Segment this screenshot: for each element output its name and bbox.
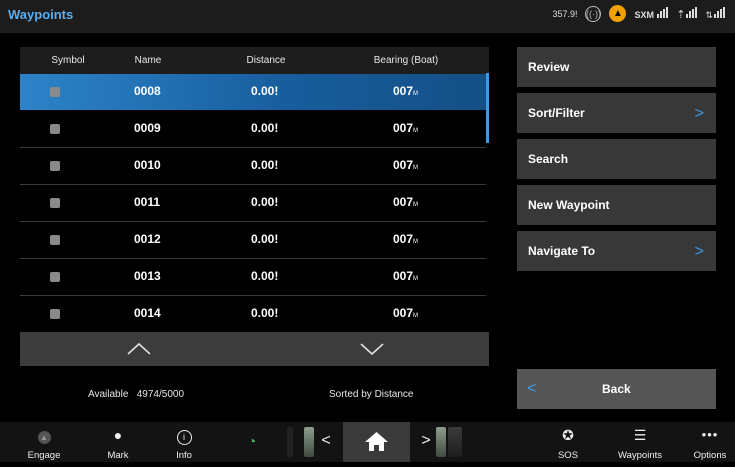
table-row[interactable]: 0010 0.00! 007M: [20, 148, 486, 185]
waypoint-table: Symbol Name Distance Bearing (Boat) 0008…: [20, 47, 489, 331]
mark-button[interactable]: ● Mark: [98, 422, 138, 462]
table-row[interactable]: 0008 0.00! 007M: [20, 74, 486, 110]
location-pin-icon: ●: [113, 427, 123, 443]
sort-status: Sorted by Distance: [329, 389, 414, 400]
navigate-to-button[interactable]: Navigate To >: [517, 231, 716, 271]
new-waypoint-button[interactable]: New Waypoint: [517, 185, 716, 225]
search-button[interactable]: Search: [517, 139, 716, 179]
waypoint-bearing: 007M: [393, 84, 419, 98]
options-button[interactable]: ••• Options: [689, 422, 731, 462]
chevron-right-icon: >: [694, 105, 704, 122]
column-header-name[interactable]: Name: [118, 55, 178, 66]
table-scrollbar[interactable]: [486, 73, 489, 143]
cellular-signal-icon[interactable]: ⇡: [676, 6, 698, 21]
waypoint-bearing: 007M: [393, 269, 419, 283]
app-thumbnail-label: [287, 427, 293, 457]
info-button[interactable]: i Info: [166, 422, 202, 462]
chevron-right-icon: >: [421, 432, 431, 449]
waypoint-name: 0012: [134, 232, 161, 246]
next-app-button[interactable]: >: [418, 422, 434, 462]
back-button[interactable]: < Back: [517, 369, 716, 409]
signal-bars-icon: [657, 7, 669, 18]
table-row[interactable]: 0012 0.00! 007M: [20, 222, 486, 259]
waypoint-name: 0010: [134, 158, 161, 172]
more-options-icon: •••: [701, 427, 719, 442]
sort-filter-button[interactable]: Sort/Filter >: [517, 93, 716, 133]
table-row[interactable]: 0011 0.00! 007M: [20, 185, 486, 222]
chevron-left-icon: <: [321, 432, 331, 449]
network-signal-icon[interactable]: ⇅: [705, 6, 725, 21]
info-icon: i: [166, 424, 202, 446]
gps-readout: 357.9!: [552, 8, 578, 19]
home-icon: [365, 432, 388, 451]
waypoint-distance: 0.00!: [251, 158, 279, 172]
table-row[interactable]: 0014 0.00! 007M: [20, 296, 486, 331]
waypoint-name: 0014: [134, 306, 161, 320]
chevron-left-icon: <: [527, 380, 537, 397]
waypoint-symbol-icon: [50, 198, 60, 208]
page-up-icon[interactable]: [124, 339, 154, 359]
waypoint-name: 0013: [134, 269, 161, 283]
top-bar: Waypoints 357.9! ((·)) ▲ SXM ⇡ ⇅: [0, 0, 735, 33]
waypoint-bearing: 007M: [393, 232, 419, 246]
waypoint-symbol-icon: [50, 87, 60, 97]
waypoint-name: 0009: [134, 121, 161, 135]
engage-button[interactable]: ▲ Engage: [20, 422, 68, 462]
waypoints-list-icon: ☰: [633, 427, 647, 443]
radar-button[interactable]: ◔: [238, 422, 266, 462]
page-nav-bar: [20, 332, 489, 366]
table-row[interactable]: 0009 0.00! 007M: [20, 111, 486, 148]
waypoint-distance: 0.00!: [251, 269, 279, 283]
app-thumbnail-left[interactable]: [304, 427, 314, 457]
app-thumbnail-right[interactable]: [436, 427, 446, 457]
column-header-distance[interactable]: Distance: [234, 55, 298, 66]
table-header: Symbol Name Distance Bearing (Boat): [20, 47, 489, 74]
waypoint-symbol-icon: [50, 309, 60, 319]
column-header-bearing[interactable]: Bearing (Boat): [361, 55, 451, 66]
status-area: 357.9! ((·)) ▲ SXM ⇡ ⇅: [552, 5, 725, 22]
waypoint-bearing: 007M: [393, 158, 419, 172]
radar-icon: ◔: [247, 433, 257, 449]
waypoint-symbol-icon: [50, 124, 60, 134]
app-thumbnail-dark: [448, 427, 462, 457]
waypoint-symbol-icon: [50, 161, 60, 171]
waypoint-bearing: 007M: [393, 195, 419, 209]
available-count: Available 4974/5000: [88, 389, 185, 400]
waypoint-symbol-icon: [50, 235, 60, 245]
waypoint-name: 0011: [134, 195, 161, 209]
waypoint-name: 0008: [134, 84, 161, 98]
column-header-symbol[interactable]: Symbol: [38, 55, 98, 66]
home-button[interactable]: [343, 422, 410, 462]
ais-icon[interactable]: ▲: [609, 5, 627, 22]
sos-button[interactable]: ✪ SOS: [552, 422, 584, 462]
page-down-icon[interactable]: [357, 339, 387, 359]
waypoint-distance: 0.00!: [251, 306, 279, 320]
chevron-right-icon: >: [694, 243, 704, 260]
previous-app-button[interactable]: <: [318, 422, 334, 462]
table-row[interactable]: 0013 0.00! 007M: [20, 259, 486, 296]
wifi-icon[interactable]: ((·)): [585, 5, 602, 22]
sxm-label: SXM: [634, 10, 654, 20]
review-button[interactable]: Review: [517, 47, 716, 87]
engage-icon: ▲: [20, 424, 68, 446]
waypoint-distance: 0.00!: [251, 195, 279, 209]
sxm-signal[interactable]: SXM: [634, 7, 669, 20]
waypoint-symbol-icon: [50, 272, 60, 282]
waypoint-bearing: 007M: [393, 306, 419, 320]
waypoint-distance: 0.00!: [251, 84, 279, 98]
waypoints-button[interactable]: ☰ Waypoints: [612, 422, 668, 462]
page-title: Waypoints: [8, 7, 74, 22]
waypoint-distance: 0.00!: [251, 232, 279, 246]
lifebuoy-icon: ✪: [562, 427, 574, 443]
waypoint-distance: 0.00!: [251, 121, 279, 135]
waypoint-bearing: 007M: [393, 121, 419, 135]
